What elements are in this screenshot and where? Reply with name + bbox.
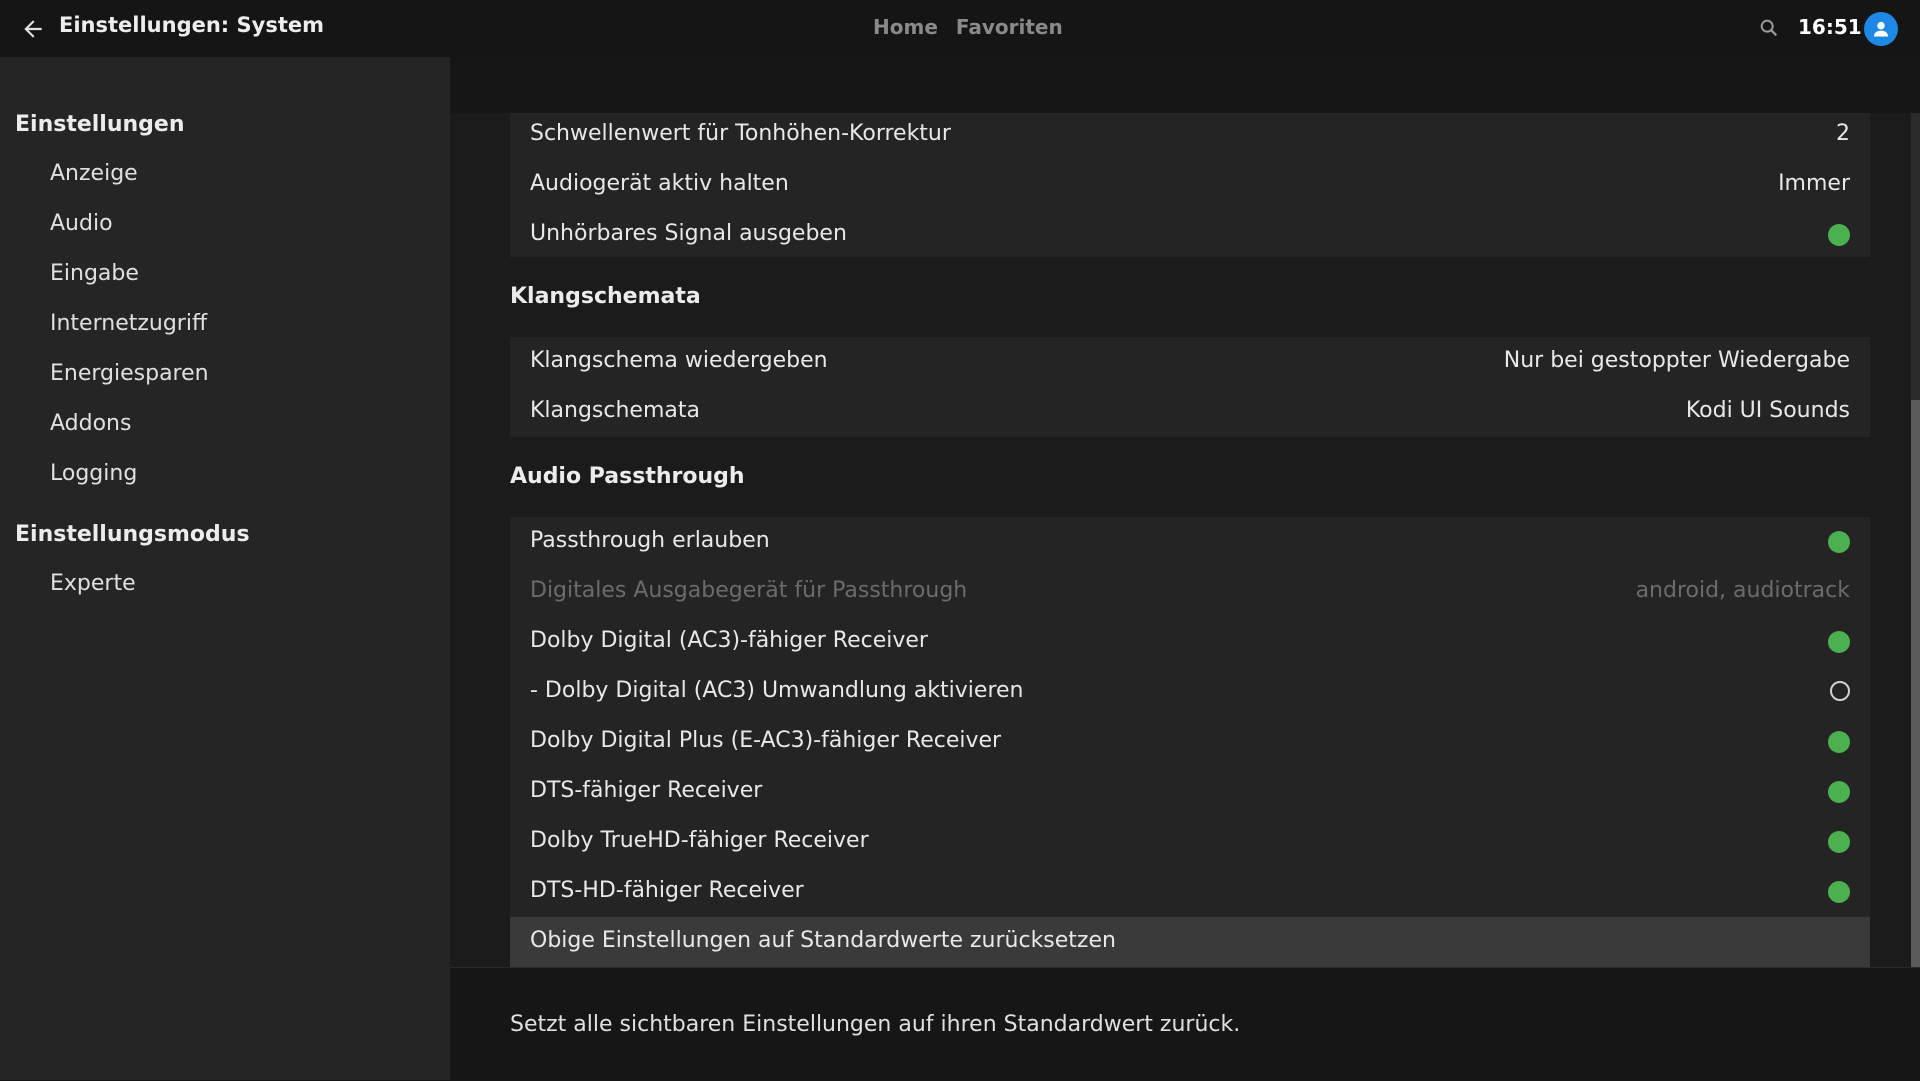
setting-label: Klangschema wiedergeben (530, 348, 828, 373)
toggle-on-indicator[interactable] (1828, 631, 1850, 653)
sidebar-section-settings: Einstellungen (15, 112, 185, 137)
setting-label: Audiogerät aktiv halten (530, 171, 789, 196)
setting-value: Nur bei gestoppter Wiedergabe (1503, 348, 1850, 373)
sidebar-item-display[interactable]: Anzeige (50, 161, 138, 186)
setting-row-dtshd-receiver[interactable]: DTS-HD-fähiger Receiver (510, 867, 1870, 917)
profile-avatar[interactable] (1864, 12, 1898, 46)
setting-label: Obige Einstellungen auf Standardwerte zu… (530, 928, 1116, 953)
setting-value: Immer (1778, 171, 1850, 196)
section-header-sound-schemes: Klangschemata (510, 284, 701, 309)
setting-label: Dolby Digital (AC3)-fähiger Receiver (530, 628, 928, 653)
setting-row-ac3-receiver[interactable]: Dolby Digital (AC3)-fähiger Receiver (510, 617, 1870, 667)
setting-row-dts-receiver[interactable]: DTS-fähiger Receiver (510, 767, 1870, 817)
sidebar-item-logging[interactable]: Logging (50, 461, 137, 486)
setting-label: Dolby Digital Plus (E-AC3)-fähiger Recei… (530, 728, 1002, 753)
settings-level-expert[interactable]: Experte (50, 571, 136, 596)
sidebar: Einstellungen Anzeige Audio Eingabe Inte… (0, 57, 450, 1080)
setting-row-ac3-transcode[interactable]: - Dolby Digital (AC3) Umwandlung aktivie… (510, 667, 1870, 717)
toggle-off-indicator[interactable] (1830, 681, 1850, 701)
setting-label: DTS-fähiger Receiver (530, 778, 763, 803)
setting-label: - Dolby Digital (AC3) Umwandlung aktivie… (530, 678, 1024, 703)
setting-label: Klangschemata (530, 398, 700, 423)
setting-row-play-sound-scheme[interactable]: Klangschema wiedergeben Nur bei gestoppt… (510, 337, 1870, 387)
setting-row-passthrough-device: Digitales Ausgabegerät für Passthrough a… (510, 567, 1870, 617)
back-arrow-icon[interactable] (20, 16, 46, 42)
reset-defaults-button[interactable]: Obige Einstellungen auf Standardwerte zu… (510, 917, 1870, 967)
setting-label: Schwellenwert für Tonhöhen-Korrektur (530, 121, 951, 146)
toggle-on-indicator[interactable] (1828, 224, 1850, 246)
nav-favorites-link[interactable]: Favoriten (956, 15, 1063, 39)
setting-label: Passthrough erlauben (530, 528, 770, 553)
scrollbar-thumb[interactable] (1911, 400, 1920, 967)
setting-row-sound-scheme[interactable]: Klangschemata Kodi UI Sounds (510, 387, 1870, 437)
setting-row-eac3-receiver[interactable]: Dolby Digital Plus (E-AC3)-fähiger Recei… (510, 717, 1870, 767)
clock: 16:51 (1798, 15, 1862, 39)
toggle-on-indicator[interactable] (1828, 731, 1850, 753)
sidebar-section-settings-mode: Einstellungsmodus (15, 522, 250, 547)
setting-row-allow-passthrough[interactable]: Passthrough erlauben (510, 517, 1870, 567)
description-panel: Setzt alle sichtbaren Einstellungen auf … (450, 967, 1920, 1081)
toggle-on-indicator[interactable] (1828, 531, 1850, 553)
toggle-on-indicator[interactable] (1828, 781, 1850, 803)
setting-row-truehd-receiver[interactable]: Dolby TrueHD-fähiger Receiver (510, 817, 1870, 867)
setting-value: android, audiotrack (1635, 578, 1850, 603)
sidebar-item-input[interactable]: Eingabe (50, 261, 139, 286)
user-icon (1873, 21, 1889, 37)
setting-label: Dolby TrueHD-fähiger Receiver (530, 828, 869, 853)
setting-value: 2 (1836, 121, 1850, 146)
setting-value: Kodi UI Sounds (1685, 398, 1850, 423)
nav-home-link[interactable]: Home (873, 15, 938, 39)
window-title: Einstellungen: System (59, 13, 324, 37)
search-icon[interactable] (1758, 17, 1780, 39)
sidebar-item-power-saving[interactable]: Energiesparen (50, 361, 209, 386)
section-header-audio-passthrough: Audio Passthrough (510, 464, 745, 489)
toggle-on-indicator[interactable] (1828, 881, 1850, 903)
top-nav: Home Favoriten (873, 15, 1063, 39)
setting-label: DTS-HD-fähiger Receiver (530, 878, 804, 903)
setting-label: Unhörbares Signal ausgeben (530, 221, 847, 246)
toggle-on-indicator[interactable] (1828, 831, 1850, 853)
sidebar-item-addons[interactable]: Addons (50, 411, 131, 436)
sidebar-item-internet[interactable]: Internetzugriff (50, 311, 207, 336)
sidebar-item-audio[interactable]: Audio (50, 211, 113, 236)
setting-row-keep-audio-device-alive[interactable]: Audiogerät aktiv halten Immer (510, 160, 1870, 210)
setting-row-inaudible-signal[interactable]: Unhörbares Signal ausgeben (510, 210, 1870, 260)
setting-label: Digitales Ausgabegerät für Passthrough (530, 578, 968, 603)
setting-description: Setzt alle sichtbaren Einstellungen auf … (510, 1012, 1241, 1037)
top-bar: Einstellungen: System Home Favoriten 16:5… (0, 0, 1920, 57)
setting-row-pitch-threshold[interactable]: Schwellenwert für Tonhöhen-Korrektur 2 (510, 113, 1870, 160)
settings-list: Schwellenwert für Tonhöhen-Korrektur 2 A… (450, 113, 1920, 967)
content-header (450, 57, 1920, 114)
